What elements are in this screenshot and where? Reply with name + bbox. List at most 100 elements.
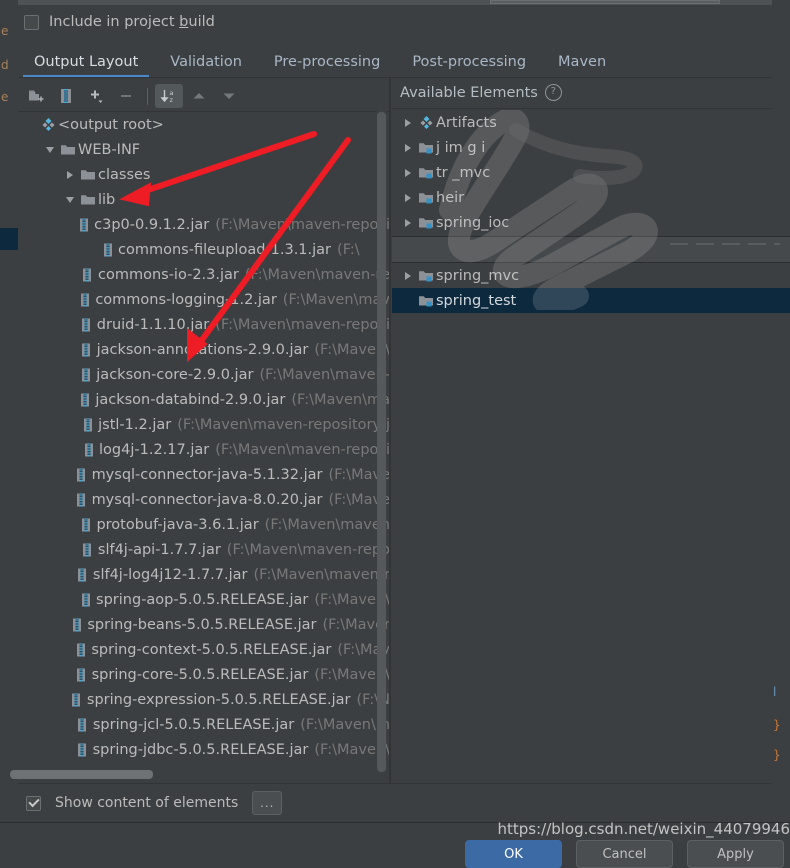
available-elements-row[interactable]: spring_ioc [392, 210, 772, 235]
output-tree-row[interactable]: spring-beans-5.0.5.RELEASE.jar (F:\Maver [18, 612, 390, 637]
code-char: } [773, 748, 781, 762]
output-tree-row[interactable]: commons-io-2.3.jar (F:\Maven\maven-re [18, 262, 390, 287]
tab-validation[interactable]: Validation [154, 48, 258, 78]
output-tree-row[interactable]: commons-fileupload-1.3.1.jar (F:\ [18, 237, 390, 262]
output-tree-row[interactable]: classes [18, 162, 390, 187]
output-tree-row[interactable]: protobuf-java-3.6.1.jar (F:\Maven\maven [18, 512, 390, 537]
include-in-project-build-checkbox[interactable] [24, 14, 39, 30]
dialog-button-row[interactable]: OK Cancel Apply [465, 840, 784, 868]
available-elements-row[interactable]: j im g i [392, 135, 772, 160]
available-elements-tree-continued[interactable]: spring_mvc spring_test [392, 263, 790, 323]
output-tree-row-path: (F:\Maven\mav [282, 291, 390, 308]
output-tree-row[interactable]: jackson-databind-2.9.0.jar (F:\Maven\ma [18, 387, 390, 412]
add-archive-icon[interactable] [52, 84, 80, 108]
jar-icon [75, 287, 95, 312]
ellipsis-button[interactable]: ... [252, 791, 283, 815]
output-tree-row[interactable]: slf4j-log4j12-1.7.7.jar (F:\Maven\maven-r [18, 562, 390, 587]
tab-output-layout[interactable]: Output Layout [18, 48, 154, 78]
available-elements-row-name: j im g i [436, 139, 486, 156]
sort-alphabetically-icon[interactable]: az [155, 84, 183, 108]
output-tree-row[interactable]: commons-logging-1.2.jar (F:\Maven\mav [18, 287, 390, 312]
pane-splitter[interactable] [389, 78, 391, 783]
output-tree-row[interactable]: slf4j-api-1.7.7.jar (F:\Maven\maven-repo [18, 537, 390, 562]
output-tree-row-name: jstl-1.2.jar [98, 416, 172, 433]
expand-right-icon[interactable] [400, 210, 416, 235]
available-elements-row[interactable]: spring_mvc [392, 263, 790, 288]
output-tree-row[interactable]: WEB-INF [18, 137, 390, 162]
expand-right-icon[interactable] [400, 110, 416, 135]
available-elements-row[interactable]: heir [392, 185, 772, 210]
jar-icon [67, 687, 87, 712]
jar-icon [79, 437, 99, 462]
output-tree-row[interactable]: spring-jdbc-5.0.5.RELEASE.jar (F:\Maven\ [18, 737, 390, 762]
toolbar-separator [147, 87, 148, 105]
output-tree-row-path: (F:\Maven\maven-reposi [215, 441, 390, 458]
ok-button[interactable]: OK [465, 840, 562, 868]
folder-icon [58, 137, 78, 162]
output-tree-row[interactable]: c3p0-0.9.1.2.jar (F:\Maven\maven-reposi [18, 212, 390, 237]
output-tree-row[interactable]: jstl-1.2.jar (F:\Maven\maven-repository\j [18, 412, 390, 437]
jar-icon [76, 587, 96, 612]
dialog-footer: Show content of elements ... [18, 784, 780, 822]
output-tree-row[interactable]: mysql-connector-java-5.1.32.jar (F:\Mave [18, 462, 390, 487]
output-tree-row[interactable]: spring-aop-5.0.5.RELEASE.jar (F:\Maven\ [18, 587, 390, 612]
output-tree-row[interactable]: mysql-connector-java-8.0.20.jar (F:\Mave [18, 487, 390, 512]
available-elements-row[interactable]: Artifacts [392, 110, 772, 135]
output-layout-toolbar[interactable]: az [18, 82, 243, 110]
jar-icon [71, 637, 91, 662]
available-elements-row[interactable]: spring_test [392, 288, 790, 313]
output-tree-row[interactable]: jackson-annotations-2.9.0.jar (F:\Maven\ [18, 337, 390, 362]
output-tree-horizontal-scrollbar[interactable] [10, 770, 153, 779]
expand-right-icon[interactable] [400, 263, 416, 288]
jar-icon [73, 737, 93, 762]
add-element-icon[interactable] [82, 84, 110, 108]
tab-maven[interactable]: Maven [542, 48, 622, 78]
output-tree-row[interactable]: log4j-1.2.17.jar (F:\Maven\maven-reposi [18, 437, 390, 462]
output-tree-row[interactable]: druid-1.1.10.jar (F:\Maven\maven-reposi [18, 312, 390, 337]
expand-right-icon[interactable] [400, 160, 416, 185]
cancel-button[interactable]: Cancel [576, 840, 673, 868]
output-tree-row[interactable]: spring-jcl-5.0.5.RELEASE.jar (F:\Maven\m [18, 712, 390, 737]
tab-pre-processing[interactable]: Pre-processing [258, 48, 396, 78]
add-directory-icon[interactable] [22, 84, 50, 108]
output-tree-vertical-scrollbar[interactable] [377, 112, 386, 772]
jar-icon [76, 512, 96, 537]
show-content-of-elements-checkbox[interactable] [26, 795, 41, 811]
output-tree-row[interactable]: lib [18, 187, 390, 212]
background-editor-left-gutter: e d e [0, 0, 18, 850]
expand-down-icon[interactable] [62, 187, 78, 212]
include-in-project-build-row[interactable]: Include in project build [24, 14, 215, 30]
move-down-icon[interactable] [215, 84, 243, 108]
output-tree-row[interactable]: spring-core-5.0.5.RELEASE.jar (F:\Maven\ [18, 662, 390, 687]
expand-right-icon[interactable] [400, 185, 416, 210]
available-elements-row-name: Artifacts [436, 114, 497, 131]
output-layout-pane: az <output root> WEB-INF classes lib c3p0-0.… [18, 78, 390, 783]
available-elements-pane: Available Elements ? Artifacts j im g i tr… [392, 78, 772, 783]
output-tree-row[interactable]: jackson-core-2.9.0.jar (F:\Maven\maven- [18, 362, 390, 387]
module-icon [416, 160, 436, 185]
apply-button[interactable]: Apply [687, 840, 784, 868]
output-tree-row[interactable]: spring-context-5.0.5.RELEASE.jar (F:\Mav [18, 637, 390, 662]
output-tree-row[interactable]: <output root> [18, 112, 390, 137]
available-elements-row[interactable]: tr _mvc [392, 160, 772, 185]
dialog-tabs[interactable]: Output Layout Validation Pre-processing … [18, 46, 772, 78]
expand-right-icon[interactable] [62, 162, 78, 187]
output-tree-row-name: jackson-core-2.9.0.jar [96, 366, 254, 383]
tab-post-processing[interactable]: Post-processing [396, 48, 542, 78]
output-tree-row-name: mysql-connector-java-5.1.32.jar [91, 466, 323, 483]
expand-right-icon[interactable] [400, 135, 416, 160]
output-layout-tree[interactable]: <output root> WEB-INF classes lib c3p0-0.9.1… [18, 112, 390, 762]
expand-down-icon[interactable] [42, 137, 58, 162]
remove-element-icon[interactable] [112, 84, 140, 108]
output-tree-row[interactable]: spring-expression-5.0.5.RELEASE.jar (F:\N [18, 687, 390, 712]
help-icon[interactable]: ? [544, 84, 562, 101]
output-tree-row-name: jackson-databind-2.9.0.jar [95, 391, 286, 408]
move-up-icon[interactable] [185, 84, 213, 108]
available-elements-divider [392, 108, 772, 109]
output-tree-row-name: spring-jdbc-5.0.5.RELEASE.jar [92, 741, 309, 758]
